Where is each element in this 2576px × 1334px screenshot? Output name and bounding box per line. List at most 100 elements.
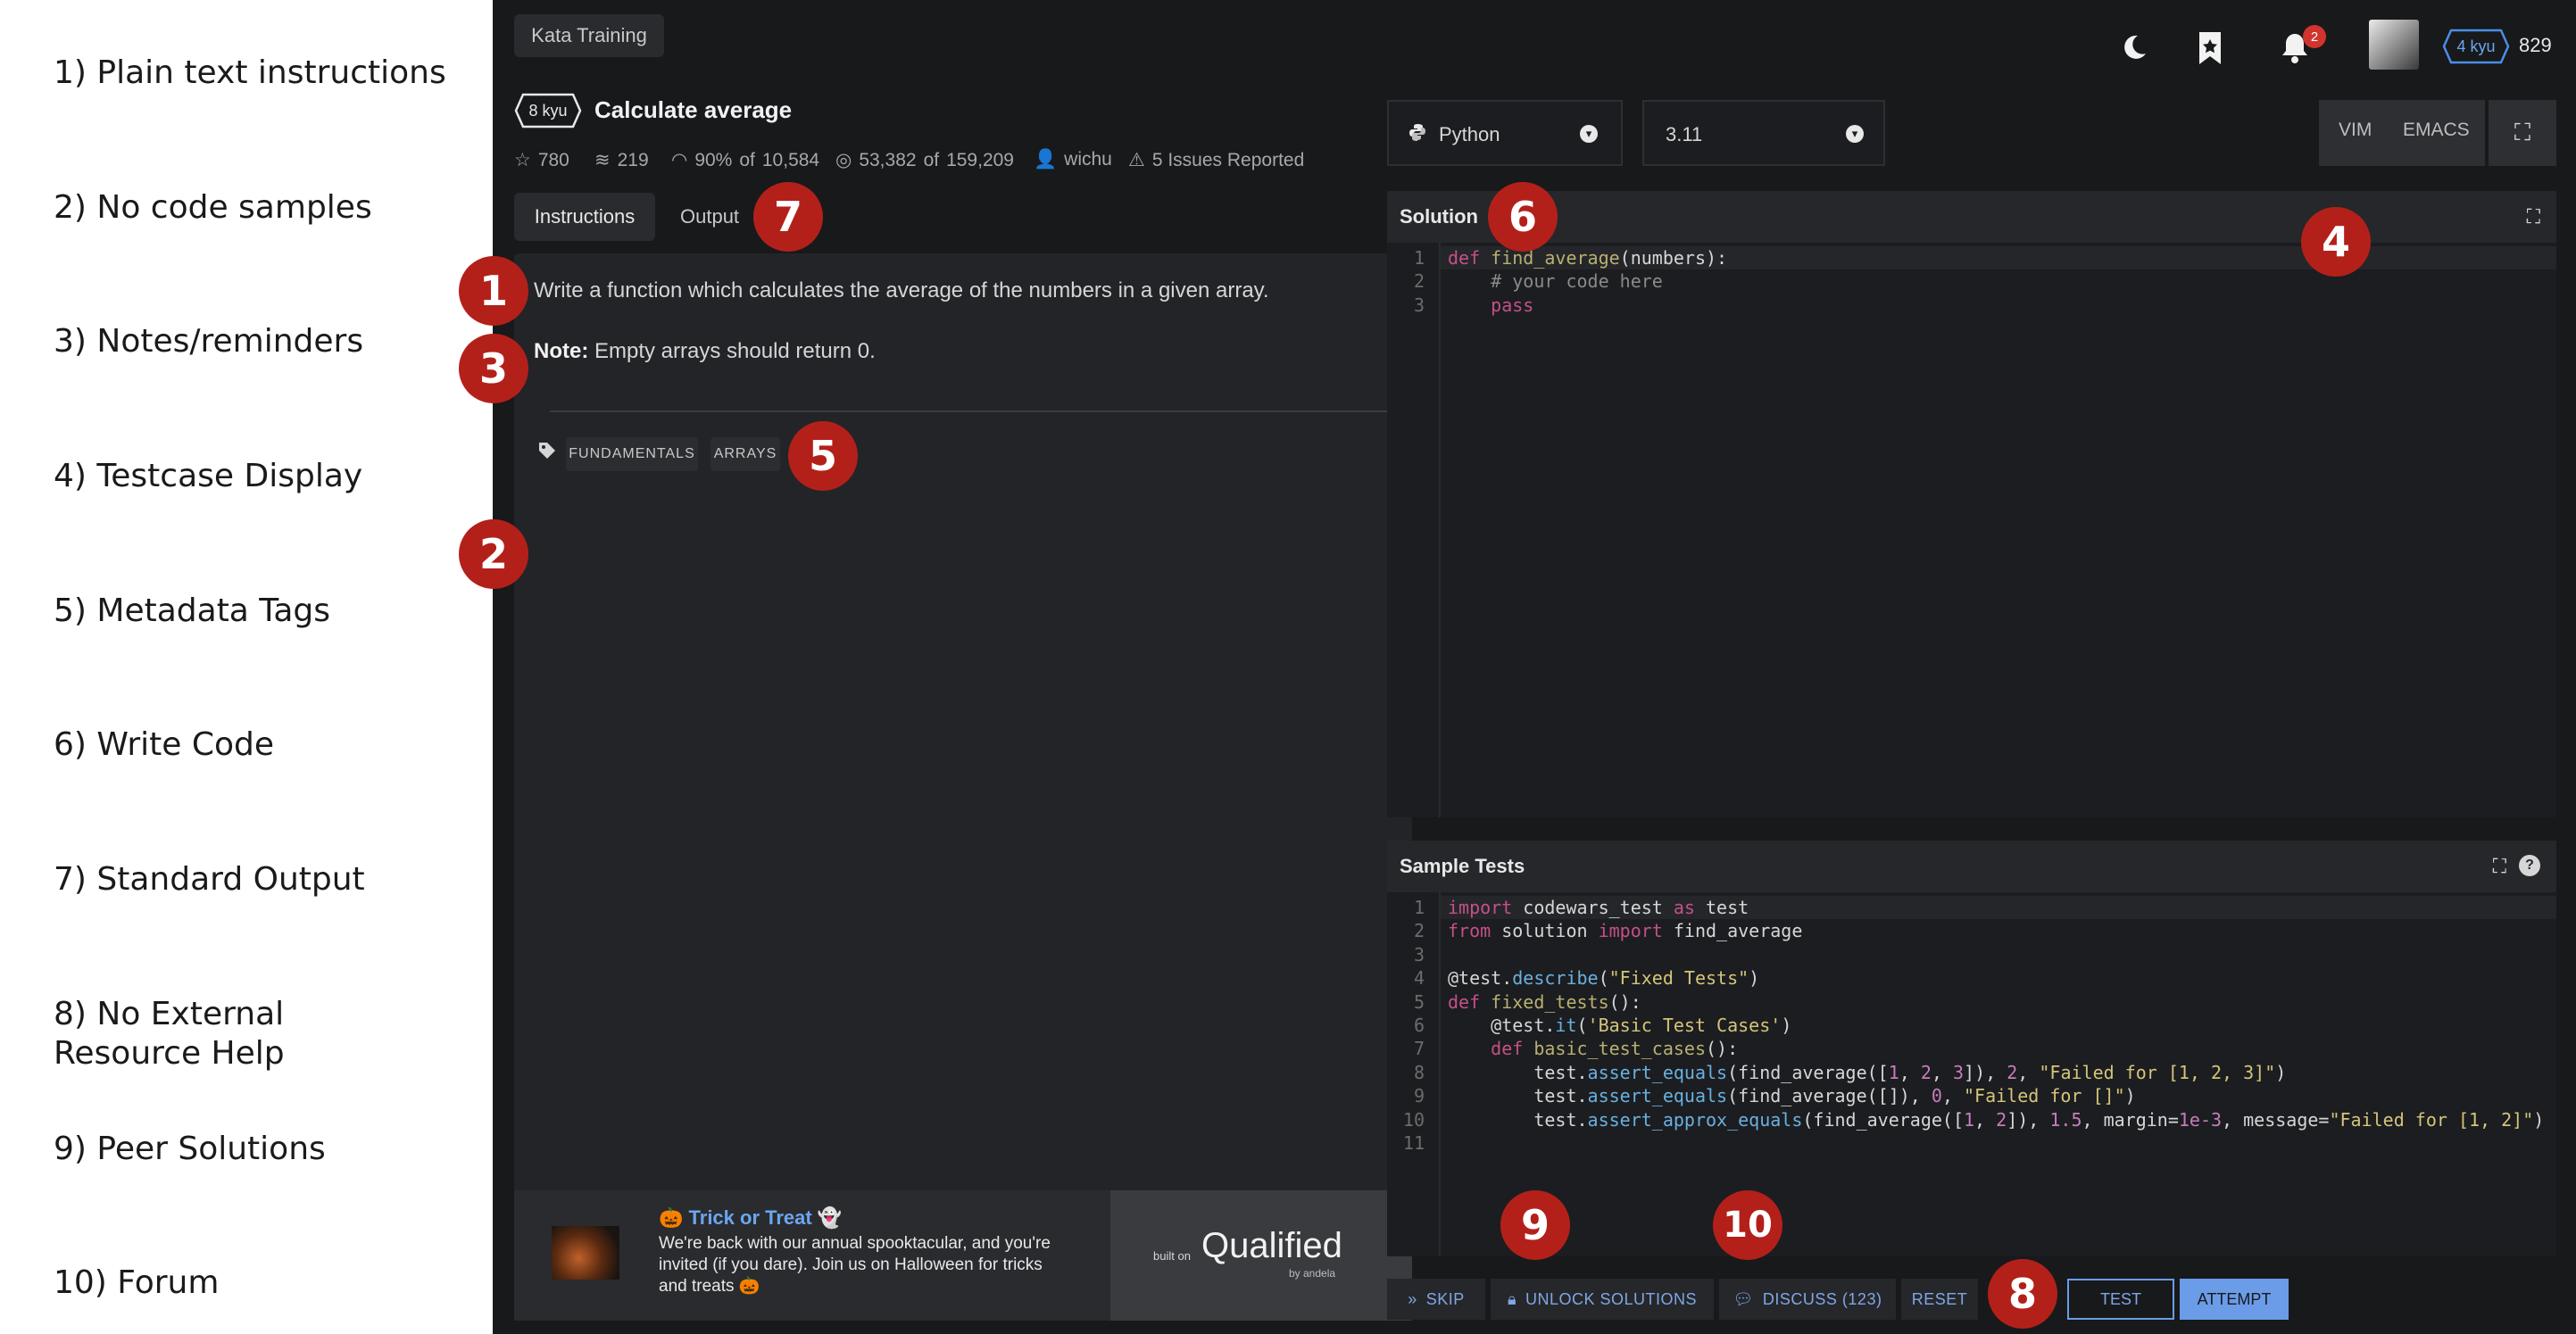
avatar[interactable]	[2369, 20, 2419, 70]
legend-item-8: 8) No External Resource Help	[54, 996, 285, 1072]
satisfaction-pct: 90%	[694, 149, 733, 170]
emacs-mode-button[interactable]: EMACS	[2403, 120, 2470, 141]
note-label: Note:	[534, 339, 589, 363]
test-button[interactable]: TEST	[2067, 1279, 2174, 1320]
kata-rank-label: 8 kyu	[528, 101, 568, 120]
attempt-label: ATTEMPT	[2197, 1289, 2272, 1308]
top-bar: Kata Training 2 4 kyu 829	[493, 0, 2576, 75]
tests-line-numbers: 1 2 3 4 5 6 7 8 9 10 11	[1402, 897, 1425, 1155]
stars-count: 780	[537, 149, 569, 170]
tab-output[interactable]: Output	[680, 205, 739, 228]
issues-label: 5 Issues Reported	[1151, 149, 1305, 170]
pumpkin-icon: 🎃	[659, 1206, 684, 1229]
language-name: Python	[1439, 123, 1500, 145]
notification-count-badge: 2	[2303, 25, 2326, 48]
comments-icon: 💬︎	[1733, 1289, 1754, 1308]
completed-of: of	[923, 149, 940, 170]
legend-item-4: 4) Testcase Display	[54, 458, 363, 494]
solution-code[interactable]: def find_average(numbers): # your code h…	[1448, 246, 1727, 317]
collections-stat[interactable]: ≋ 219	[594, 149, 649, 171]
legend-item-10: 10) Forum	[54, 1264, 220, 1301]
satisfaction-total: 10,584	[761, 149, 820, 170]
unlock-solutions-button[interactable]: 🔒︎ UNLOCK SOLUTIONS	[1491, 1279, 1714, 1320]
expand-icon[interactable]: ⛶	[2493, 855, 2506, 878]
annotation-badge-6: 6	[1488, 182, 1558, 252]
unlock-label: UNLOCK SOLUTIONS	[1525, 1289, 1698, 1308]
user-icon: 👤	[1034, 149, 1058, 170]
annotation-badge-2: 2	[459, 519, 528, 589]
dark-mode-icon[interactable]	[2118, 30, 2150, 62]
promo-thumbnail	[552, 1226, 619, 1280]
instructions-text: Write a function which calculates the av…	[534, 278, 1269, 302]
qualified-brand: Qualified	[1201, 1226, 1342, 1265]
tag-fundamentals[interactable]: FUNDAMENTALS	[566, 437, 698, 471]
warning-icon: ⚠	[1128, 150, 1145, 170]
sample-tests-editor[interactable]: Sample Tests ⛶ ? 1 2 3 4 5 6 7 8 9 10 11…	[1387, 841, 2556, 1256]
help-icon[interactable]: ?	[2519, 855, 2540, 876]
legend-item-9: 9) Peer Solutions	[54, 1131, 326, 1167]
completions-stat: ◎ 53,382 of 159,209	[835, 149, 1014, 171]
language-select[interactable]: Python ▾	[1387, 100, 1623, 166]
editor-gutter-border	[1439, 892, 1441, 1256]
honor-score: 829	[2519, 34, 2552, 56]
tab-instructions[interactable]: Instructions	[514, 193, 655, 241]
attempt-button[interactable]: ATTEMPT	[2180, 1279, 2289, 1320]
attempted-count: 159,209	[946, 149, 1014, 170]
legend-item-5: 5) Metadata Tags	[54, 592, 331, 629]
discuss-label: DISCUSS (123)	[1762, 1289, 1882, 1308]
issues-stat[interactable]: ⚠ 5 Issues Reported	[1128, 149, 1304, 171]
satisfaction-stat: ◠ 90% of 10,584	[671, 149, 819, 171]
vim-mode-button[interactable]: VIM	[2339, 120, 2372, 141]
annotation-badge-1: 1	[459, 256, 528, 326]
reset-button[interactable]: RESET	[1901, 1279, 1978, 1320]
skip-button[interactable]: » SKIP	[1387, 1279, 1485, 1320]
ghost-icon: 👻	[817, 1206, 843, 1229]
instructions-panel: Write a function which calculates the av…	[514, 253, 1412, 1321]
annotation-badge-7: 7	[753, 182, 823, 252]
promo-banner[interactable]: 🎃 Trick or Treat 👻 We're back with our a…	[514, 1190, 1412, 1321]
section-label[interactable]: Kata Training	[514, 14, 664, 57]
solution-editor-header: Solution	[1387, 191, 2556, 243]
python-icon	[1408, 123, 1426, 141]
satisfaction-icon: ◠	[671, 150, 688, 170]
promo-body: We're back with our annual spooktacular,…	[659, 1233, 1069, 1297]
sample-tests-title: Sample Tests	[1400, 855, 1525, 877]
tests-code[interactable]: import codewars_test as test from soluti…	[1448, 896, 2544, 1131]
tag-arrays[interactable]: ARRAYS	[710, 437, 780, 471]
andela-label: by andela	[1289, 1267, 1336, 1280]
target-icon: ◎	[835, 150, 852, 170]
sample-tests-header: Sample Tests	[1387, 841, 2556, 892]
editor-gutter-border	[1439, 243, 1441, 817]
promo-body-text: We're back with our annual spooktacular,…	[659, 1234, 1051, 1296]
author-name: wichu	[1064, 149, 1112, 170]
fullscreen-button[interactable]: ⛶	[2489, 100, 2556, 166]
satisfaction-of: of	[739, 149, 755, 170]
legend-item-7: 7) Standard Output	[54, 861, 365, 898]
divider	[550, 410, 1389, 412]
chevron-down-icon: ▾	[1846, 125, 1864, 143]
user-rank-label: 4 kyu	[2456, 37, 2496, 55]
discuss-button[interactable]: 💬︎ DISCUSS (123)	[1719, 1279, 1896, 1320]
skip-label: SKIP	[1425, 1289, 1465, 1308]
solution-title: Solution	[1400, 205, 1478, 228]
annotation-badge-8: 8	[1988, 1259, 2057, 1329]
kata-title: Calculate average	[594, 96, 793, 123]
lock-icon: 🔒︎	[1507, 1289, 1517, 1308]
version-select[interactable]: 3.11 ▾	[1642, 100, 1885, 166]
expand-icon[interactable]: ⛶	[2527, 205, 2540, 228]
author-stat[interactable]: 👤 wichu	[1034, 149, 1112, 170]
tag-icon	[537, 441, 557, 460]
note-line: Note: Empty arrays should return 0.	[534, 339, 876, 364]
qualified-logo: built on Qualified by andela	[1110, 1190, 1412, 1321]
annotation-badge-4: 4	[2301, 207, 2371, 277]
bookmark-icon[interactable]	[2194, 30, 2226, 66]
solution-editor[interactable]: Solution ⛶ 1 2 3 def find_average(number…	[1387, 191, 2556, 817]
reset-label: RESET	[1911, 1289, 1968, 1308]
stars-stat[interactable]: ☆ 780	[514, 149, 569, 171]
version-name: 3.11	[1666, 123, 1703, 145]
annotation-badge-3: 3	[459, 334, 528, 403]
expand-icon: ⛶	[2514, 119, 2531, 145]
promo-title: Trick or Treat	[688, 1206, 812, 1229]
star-icon: ☆	[514, 150, 531, 170]
annotation-badge-10: 10	[1713, 1190, 1782, 1260]
